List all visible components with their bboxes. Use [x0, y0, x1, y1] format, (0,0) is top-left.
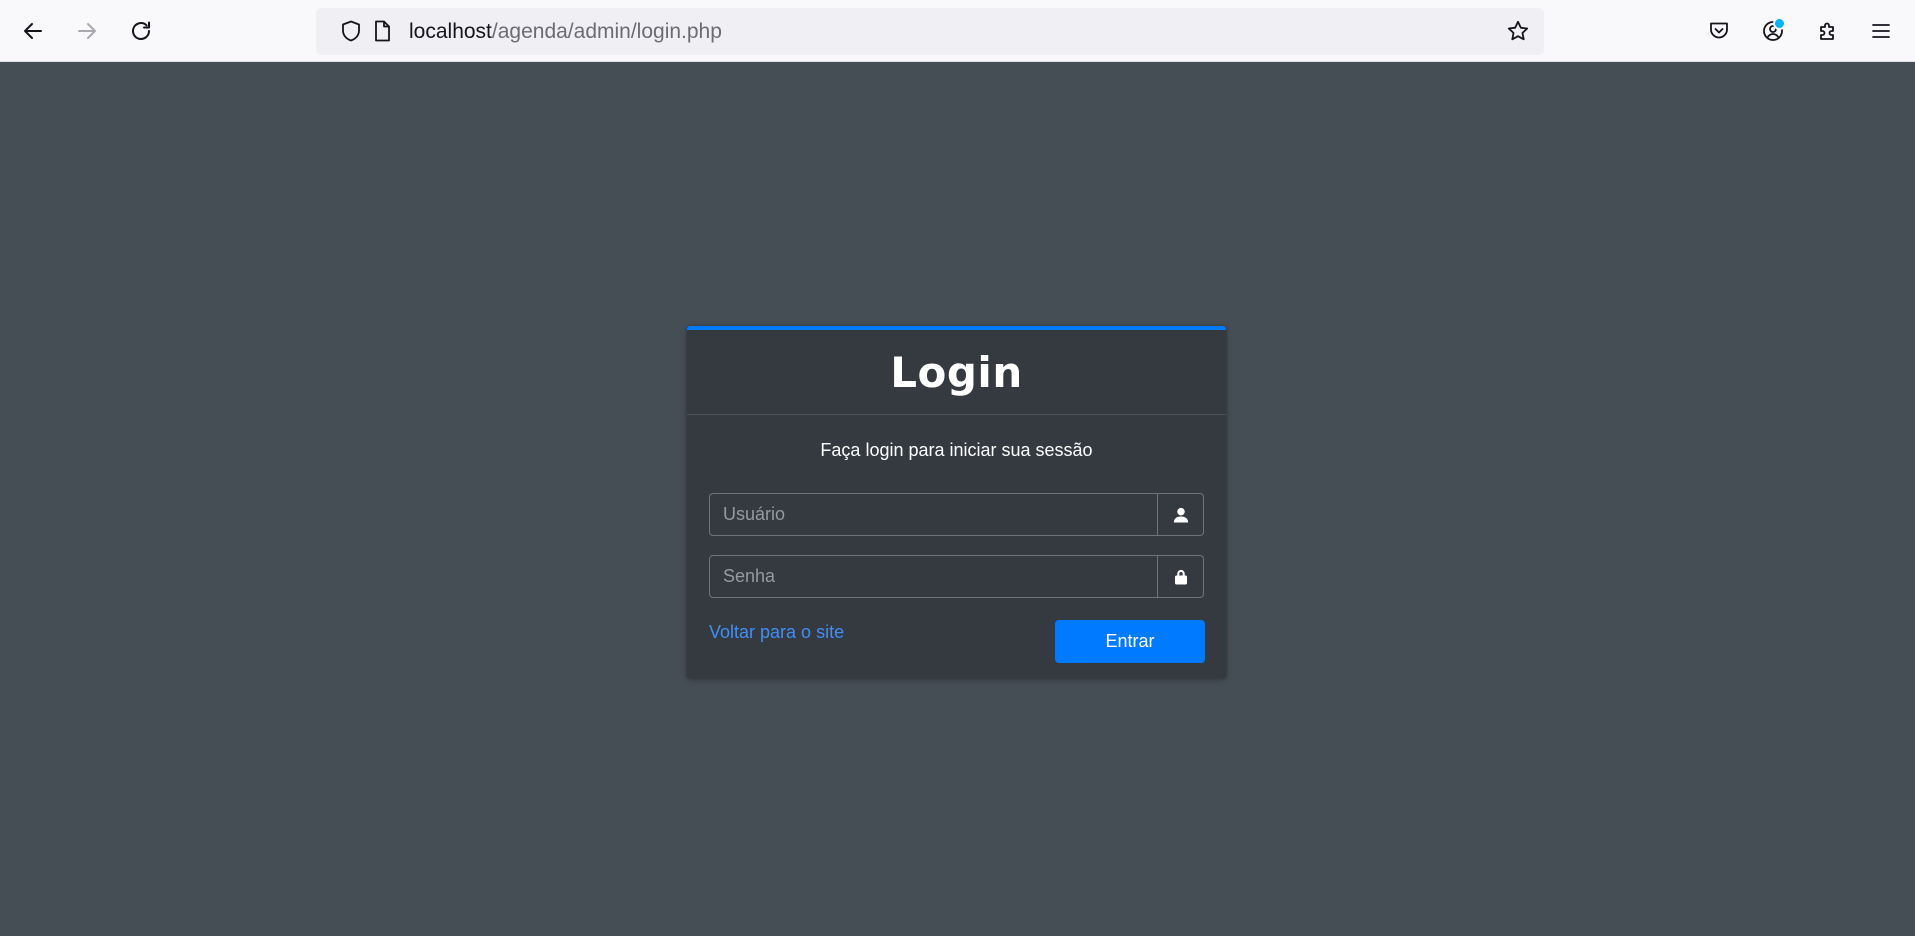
- reload-icon: [132, 21, 150, 40]
- account-badge: [1773, 17, 1786, 30]
- lock-icon: [1174, 569, 1187, 584]
- login-card-header: Login: [687, 330, 1226, 415]
- url-text[interactable]: localhost/agenda/admin/login.php: [409, 20, 722, 44]
- arrow-left-icon: [24, 23, 42, 39]
- extensions-button[interactable]: [1808, 11, 1848, 51]
- back-button[interactable]: [13, 11, 53, 51]
- pocket-icon: [1710, 22, 1728, 39]
- submit-button[interactable]: Entrar: [1055, 620, 1205, 663]
- url-host: localhost: [409, 20, 492, 43]
- forward-button[interactable]: [67, 11, 107, 51]
- user-icon: [1173, 507, 1188, 522]
- arrow-right-icon: [78, 23, 96, 39]
- browser-toolbar: localhost/agenda/admin/login.php: [0, 0, 1915, 62]
- account-button[interactable]: [1753, 11, 1793, 51]
- password-group: [709, 555, 1204, 598]
- back-to-site-link[interactable]: Voltar para o site: [709, 621, 844, 643]
- pocket-button[interactable]: [1699, 11, 1739, 51]
- login-title: Login: [890, 347, 1023, 397]
- password-addon: [1157, 556, 1203, 597]
- hamburger-menu-icon: [1872, 24, 1890, 38]
- username-input[interactable]: [710, 494, 1157, 535]
- username-group: [709, 493, 1204, 536]
- login-card: Login Faça login para iniciar sua sessão: [687, 326, 1226, 678]
- menu-button[interactable]: [1861, 11, 1901, 51]
- shield-icon[interactable]: [338, 18, 364, 44]
- url-path: /agenda/admin/login.php: [491, 20, 722, 43]
- puzzle-icon: [1820, 22, 1834, 40]
- page-icon[interactable]: [369, 18, 395, 44]
- reload-button[interactable]: [121, 11, 161, 51]
- login-card-body: Faça login para iniciar sua sessão Volta…: [687, 415, 1226, 678]
- username-addon: [1157, 494, 1203, 535]
- url-bar[interactable]: localhost/agenda/admin/login.php: [316, 8, 1544, 55]
- password-input[interactable]: [710, 556, 1157, 597]
- star-icon[interactable]: [1505, 18, 1531, 44]
- login-message: Faça login para iniciar sua sessão: [820, 440, 1093, 460]
